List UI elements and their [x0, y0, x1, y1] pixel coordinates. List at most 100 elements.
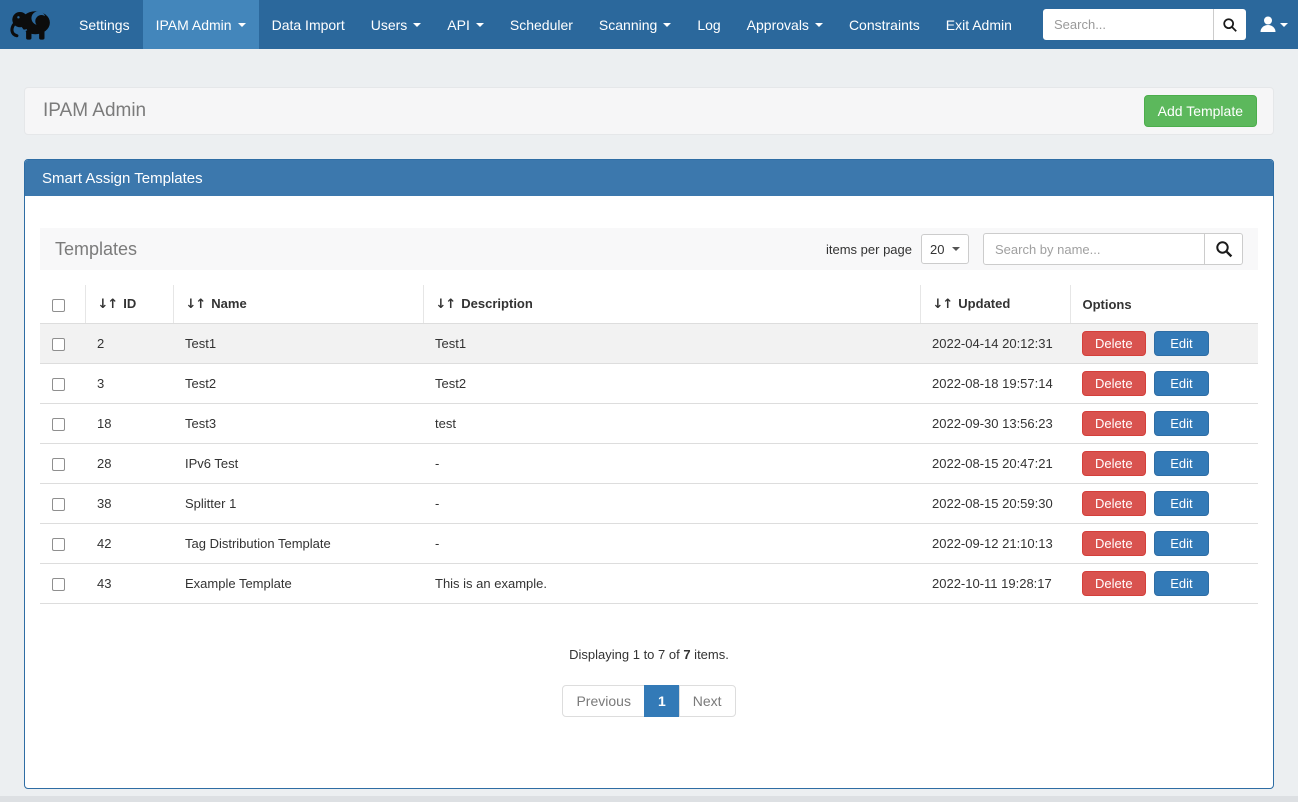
- nav-item-log[interactable]: Log: [684, 0, 733, 49]
- pagination-next-button[interactable]: Next: [679, 685, 736, 717]
- row-checkbox[interactable]: [52, 458, 65, 471]
- row-select-cell: [40, 324, 85, 364]
- pagination-page-1-button[interactable]: 1: [644, 685, 680, 717]
- delete-button[interactable]: Delete: [1082, 451, 1146, 476]
- nav-item-users[interactable]: Users: [358, 0, 435, 49]
- cell-options: Delete Edit: [1070, 444, 1258, 484]
- navbar-search-group: [1043, 9, 1246, 40]
- chevron-down-icon: [476, 23, 484, 27]
- cell-id: 38: [85, 484, 173, 524]
- items-per-page-label: items per page: [826, 242, 912, 257]
- navbar-search-input[interactable]: [1043, 9, 1213, 40]
- edit-button[interactable]: Edit: [1154, 451, 1208, 476]
- cell-description: test: [423, 404, 920, 444]
- delete-button[interactable]: Delete: [1082, 371, 1146, 396]
- sort-icon[interactable]: ↓↑: [436, 297, 456, 312]
- user-menu[interactable]: [1260, 16, 1288, 33]
- cell-description: -: [423, 444, 920, 484]
- sort-icon[interactable]: ↓↑: [98, 297, 118, 312]
- cell-id: 2: [85, 324, 173, 364]
- edit-button[interactable]: Edit: [1154, 371, 1208, 396]
- bottom-strip: [0, 796, 1298, 802]
- cell-name: Tag Distribution Template: [173, 524, 423, 564]
- summary-suffix: items.: [691, 647, 729, 662]
- row-checkbox[interactable]: [52, 538, 65, 551]
- page-title: IPAM Admin: [43, 100, 146, 122]
- pagination-previous-button[interactable]: Previous: [562, 685, 644, 717]
- delete-button[interactable]: Delete: [1082, 331, 1146, 356]
- select-all-checkbox[interactable]: [52, 299, 65, 312]
- navbar-menu: Settings IPAM Admin Data Import Users AP…: [66, 0, 1025, 49]
- select-all-header-cell: [40, 285, 85, 324]
- cell-id: 42: [85, 524, 173, 564]
- table-body: 2 Test1 Test1 2022-04-14 20:12:31 Delete…: [40, 324, 1258, 604]
- cell-options: Delete Edit: [1070, 364, 1258, 404]
- nav-item-constraints[interactable]: Constraints: [836, 0, 933, 49]
- cell-updated: 2022-10-11 19:28:17: [920, 564, 1070, 604]
- delete-button[interactable]: Delete: [1082, 411, 1146, 436]
- search-icon: [1222, 17, 1238, 33]
- table-row: 38 Splitter 1 - 2022-08-15 20:59:30 Dele…: [40, 484, 1258, 524]
- cell-id: 3: [85, 364, 173, 404]
- cell-name: Test3: [173, 404, 423, 444]
- delete-button[interactable]: Delete: [1082, 571, 1146, 596]
- row-select-cell: [40, 524, 85, 564]
- cell-name: Test2: [173, 364, 423, 404]
- edit-button[interactable]: Edit: [1154, 531, 1208, 556]
- cell-description: -: [423, 524, 920, 564]
- templates-table: ↓↑ID↓↑Name↓↑Description↓↑UpdatedOptions …: [40, 285, 1258, 604]
- top-navbar: Settings IPAM Admin Data Import Users AP…: [0, 0, 1298, 49]
- navbar-search-button[interactable]: [1213, 9, 1246, 40]
- table-row: 43 Example Template This is an example. …: [40, 564, 1258, 604]
- row-select-cell: [40, 404, 85, 444]
- row-checkbox[interactable]: [52, 578, 65, 591]
- nav-item-ipam-admin[interactable]: IPAM Admin: [143, 0, 259, 49]
- nav-item-settings[interactable]: Settings: [66, 0, 143, 49]
- panel-heading: Smart Assign Templates: [25, 160, 1273, 196]
- table-row: 42 Tag Distribution Template - 2022-09-1…: [40, 524, 1258, 564]
- cell-name: Splitter 1: [173, 484, 423, 524]
- user-icon: [1260, 16, 1276, 33]
- table-header-row: ↓↑ID↓↑Name↓↑Description↓↑UpdatedOptions: [40, 285, 1258, 324]
- nav-item-data-import[interactable]: Data Import: [259, 0, 358, 49]
- row-checkbox[interactable]: [52, 418, 65, 431]
- search-by-name-input[interactable]: [983, 233, 1205, 265]
- nav-item-exit-admin[interactable]: Exit Admin: [933, 0, 1025, 49]
- cell-description: -: [423, 484, 920, 524]
- results-summary: Displaying 1 to 7 of 7 items.: [40, 647, 1258, 662]
- items-per-page-select[interactable]: 20: [921, 234, 969, 264]
- nav-item-api[interactable]: API: [434, 0, 497, 49]
- chevron-down-icon: [663, 23, 671, 27]
- delete-button[interactable]: Delete: [1082, 531, 1146, 556]
- cell-updated: 2022-08-15 20:59:30: [920, 484, 1070, 524]
- edit-button[interactable]: Edit: [1154, 491, 1208, 516]
- table-row: 28 IPv6 Test - 2022-08-15 20:47:21 Delet…: [40, 444, 1258, 484]
- cell-name: Test1: [173, 324, 423, 364]
- edit-button[interactable]: Edit: [1154, 411, 1208, 436]
- user-menu-caret-icon: [1280, 23, 1288, 27]
- pagination-wrap: Previous 1 Next: [40, 685, 1258, 717]
- sort-icon[interactable]: ↓↑: [933, 297, 953, 312]
- delete-button[interactable]: Delete: [1082, 491, 1146, 516]
- nav-item-scheduler[interactable]: Scheduler: [497, 0, 586, 49]
- row-checkbox[interactable]: [52, 498, 65, 511]
- row-checkbox[interactable]: [52, 378, 65, 391]
- cell-description: Test2: [423, 364, 920, 404]
- cell-description: Test1: [423, 324, 920, 364]
- sort-icon[interactable]: ↓↑: [186, 297, 206, 312]
- cell-updated: 2022-08-18 19:57:14: [920, 364, 1070, 404]
- page-header-bar: IPAM Admin Add Template: [24, 87, 1274, 135]
- brand-logo[interactable]: [0, 0, 66, 49]
- nav-item-scanning[interactable]: Scanning: [586, 0, 684, 49]
- search-by-name-button[interactable]: [1204, 233, 1243, 265]
- row-checkbox[interactable]: [52, 338, 65, 351]
- add-template-button[interactable]: Add Template: [1144, 95, 1257, 127]
- summary-total: 7: [683, 647, 690, 662]
- edit-button[interactable]: Edit: [1154, 331, 1208, 356]
- toolbar-right: items per page 20: [826, 233, 1243, 265]
- search-icon: [1215, 240, 1233, 258]
- cell-updated: 2022-09-30 13:56:23: [920, 404, 1070, 444]
- column-header-id: ↓↑ID: [85, 285, 173, 324]
- nav-item-approvals[interactable]: Approvals: [734, 0, 836, 49]
- edit-button[interactable]: Edit: [1154, 571, 1208, 596]
